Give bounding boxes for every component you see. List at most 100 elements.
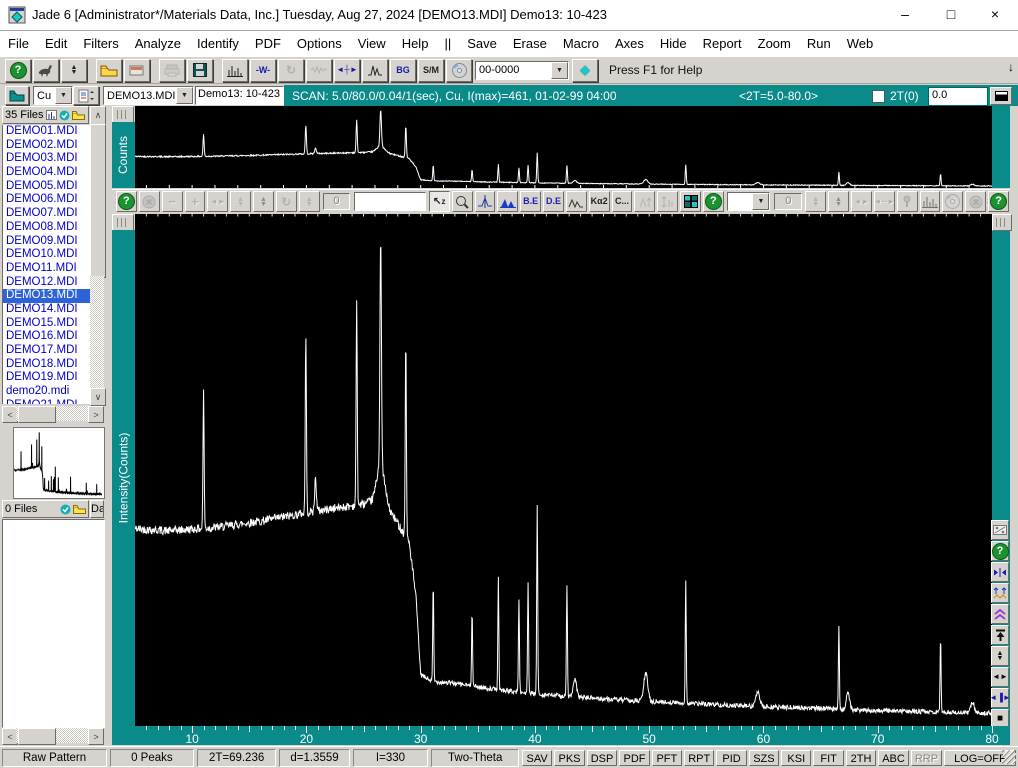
file-list-item[interactable]: DEMO03.MDI	[3, 152, 90, 166]
file-list-item[interactable]: DEMO02.MDI	[3, 139, 90, 153]
help-button[interactable]: ?	[116, 191, 137, 212]
calibration-button[interactable]: C...	[611, 191, 633, 212]
overlay-select-combo[interactable]: ▼	[726, 192, 771, 211]
menu-item-filters[interactable]: Filters	[75, 31, 126, 56]
file-list-scroll-up-button[interactable]: ∧	[90, 106, 106, 125]
status-toggle-szs[interactable]: SZS	[748, 749, 780, 766]
menu-item-save[interactable]: Save	[459, 31, 505, 56]
peak-finder-button[interactable]	[362, 58, 388, 82]
file-list-item[interactable]: DEMO17.MDI	[3, 344, 90, 358]
magnify-vertical-button[interactable]	[991, 604, 1009, 624]
weight-filter-button[interactable]: -W-	[250, 58, 276, 82]
help-button-3[interactable]: ?	[988, 191, 1009, 212]
file-list-item[interactable]: DEMO21.MDI	[3, 399, 90, 404]
chevron-down-icon[interactable]: ▼	[176, 87, 193, 104]
file-list-item[interactable]: DEMO16.MDI	[3, 330, 90, 344]
status-toggle-abc[interactable]: ABC	[878, 749, 909, 766]
anode-combo[interactable]: Cu ▼	[33, 86, 73, 105]
help-button[interactable]: ?	[5, 58, 31, 82]
status-toggle-rpt[interactable]: RPT	[684, 749, 715, 766]
status-toggle-ksi[interactable]: KSI	[781, 749, 812, 766]
menu-item-file[interactable]: File	[0, 31, 37, 56]
status-toggle-pks[interactable]: PKS	[554, 749, 585, 766]
menu-item-report[interactable]: Report	[695, 31, 750, 56]
file-list-item[interactable]: DEMO04.MDI	[3, 166, 90, 180]
two-theta-offset-field[interactable]: 0.0	[928, 87, 988, 106]
status-toggle-pid[interactable]: PID	[716, 749, 747, 766]
status-toggle-sav[interactable]: SAV	[521, 749, 553, 766]
background-edit-button[interactable]: B.E	[520, 191, 542, 212]
file-list-item[interactable]: DEMO08.MDI	[3, 221, 90, 235]
help-button-2[interactable]: ?	[702, 191, 724, 212]
menu-item-web[interactable]: Web	[839, 31, 882, 56]
pan-button[interactable]: ◄┼►	[334, 58, 360, 82]
file-list-item[interactable]: DEMO07.MDI	[3, 207, 90, 221]
menu-item-edit[interactable]: Edit	[37, 31, 75, 56]
file-list-item[interactable]: DEMO06.MDI	[3, 193, 90, 207]
background-button[interactable]: BG	[390, 58, 416, 82]
file-list-item[interactable]: DEMO19.MDI	[3, 371, 90, 385]
maximize-button[interactable]: □	[934, 4, 968, 25]
overlay-phase-button[interactable]: ◆	[572, 58, 598, 82]
resize-grip[interactable]	[1002, 750, 1016, 764]
file-folder-button[interactable]	[5, 86, 29, 105]
grid-toggle-button[interactable]	[680, 191, 701, 212]
pdf-database-button[interactable]	[446, 58, 472, 82]
menu-item-identify[interactable]: Identify	[189, 31, 247, 56]
scroll-to-top-button[interactable]	[991, 625, 1009, 645]
peak-cursor-button[interactable]	[474, 191, 496, 212]
minimize-button[interactable]: –	[888, 4, 922, 25]
result-list-header[interactable]: 0 Files	[2, 500, 89, 518]
result-scroll-right-button[interactable]: >	[88, 728, 104, 745]
menu-item-pdf[interactable]: PDF	[247, 31, 289, 56]
file-list-item[interactable]: DEMO12.MDI	[3, 276, 90, 290]
split-view-button[interactable]: ◄▐►	[989, 688, 1011, 708]
scale-mode-button[interactable]	[991, 520, 1009, 540]
main-chart[interactable]	[134, 214, 993, 726]
file-list-scroll-right-button[interactable]: >	[88, 406, 104, 423]
erase-data-button[interactable]	[124, 58, 150, 82]
file-list-item[interactable]: DEMO09.MDI	[3, 235, 90, 249]
display-mode-button[interactable]	[990, 87, 1012, 105]
current-file-combo[interactable]: DEMO13.MDI ▼	[103, 86, 194, 105]
range-edit-box[interactable]	[354, 192, 426, 211]
right-pane-handle[interactable]	[992, 214, 1012, 231]
pdf-number-combo[interactable]: 00-0000 ▼	[475, 60, 569, 80]
zoom-tool-button[interactable]	[451, 191, 473, 212]
status-toggle-pdf[interactable]: PDF	[619, 749, 650, 766]
profile-fitting-button[interactable]	[565, 191, 587, 212]
menu-item-run[interactable]: Run	[799, 31, 839, 56]
file-list-item[interactable]: DEMO14.MDI	[3, 303, 90, 317]
open-file-button[interactable]	[96, 58, 122, 82]
search-match-button[interactable]: S/M	[418, 58, 444, 82]
result-list-column-date[interactable]: Da	[90, 500, 104, 518]
toolbar-expand-button[interactable]: ↓	[1008, 60, 1014, 74]
chevron-down-icon[interactable]: ▼	[752, 193, 770, 210]
file-list-header[interactable]: 35 Files	[2, 106, 89, 124]
menu-item-axes[interactable]: Axes	[607, 31, 652, 56]
file-list-item[interactable]: DEMO13.MDI	[3, 289, 90, 303]
overview-chart[interactable]	[134, 106, 993, 188]
file-list-hscrollbar-track[interactable]	[16, 406, 88, 423]
menu-item-macro[interactable]: Macro	[555, 31, 607, 56]
save-button[interactable]	[187, 58, 213, 82]
status-toggle-pft[interactable]: PFT	[651, 749, 683, 766]
status-toggle-2th[interactable]: 2TH	[845, 749, 877, 766]
split-horizontal-button[interactable]	[991, 562, 1009, 582]
peak-paint-button[interactable]	[497, 191, 519, 212]
status-toggle-fit[interactable]: FIT	[813, 749, 844, 766]
pattern-view-button[interactable]	[222, 58, 248, 82]
close-button[interactable]: ×	[978, 4, 1012, 25]
chevron-down-icon[interactable]: ▼	[55, 87, 72, 104]
pattern-thumbnail[interactable]	[13, 427, 105, 499]
file-list-scroll-down-button[interactable]: ∨	[90, 388, 106, 406]
result-list-body[interactable]	[2, 519, 105, 728]
file-list-hscrollbar-thumb[interactable]	[18, 406, 56, 423]
overview-pane-handle[interactable]	[112, 106, 134, 123]
expand-vertical-button[interactable]: ▲ ▼	[991, 646, 1009, 666]
file-list-item[interactable]: DEMO01.MDI	[3, 125, 90, 139]
file-list-scrollbar-track[interactable]	[90, 276, 104, 388]
macro-run-button[interactable]	[33, 58, 59, 82]
file-list-item[interactable]: DEMO11.MDI	[3, 262, 90, 276]
diffraction-edit-button[interactable]: D.E	[543, 191, 564, 212]
